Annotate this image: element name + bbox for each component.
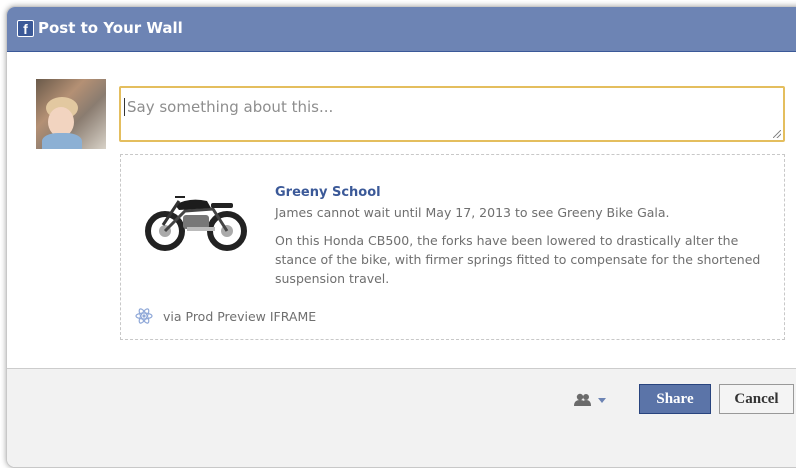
link-attachment-preview: Greeny School James cannot wait until Ma… (120, 154, 785, 340)
text-caret (124, 98, 125, 116)
attachment-caption: James cannot wait until May 17, 2013 to … (275, 205, 670, 220)
audience-selector[interactable] (571, 390, 611, 410)
dialog-header: f Post to Your Wall (7, 7, 796, 52)
dialog-footer: Share Cancel (7, 368, 796, 467)
motorcycle-thumbnail[interactable] (139, 181, 251, 266)
message-input[interactable]: Say something about this... (119, 86, 785, 142)
resize-handle-icon[interactable] (773, 130, 781, 138)
dialog-title: Post to Your Wall (38, 19, 183, 37)
app-atom-icon (135, 308, 153, 324)
via-app-label: via Prod Preview IFRAME (163, 309, 317, 324)
user-avatar (36, 79, 106, 149)
attachment-title-link[interactable]: Greeny School (275, 185, 381, 200)
facebook-logo-icon: f (17, 20, 34, 37)
avatar-child-shirt (42, 133, 82, 149)
attachment-description: On this Honda CB500, the forks have been… (275, 233, 761, 286)
cancel-button[interactable]: Cancel (719, 384, 794, 414)
share-button[interactable]: Share (639, 384, 711, 414)
message-placeholder: Say something about this... (127, 98, 334, 116)
friends-audience-icon (574, 393, 606, 406)
post-to-wall-dialog: f Post to Your Wall Say something about … (6, 6, 796, 468)
chevron-down-icon (598, 398, 606, 403)
